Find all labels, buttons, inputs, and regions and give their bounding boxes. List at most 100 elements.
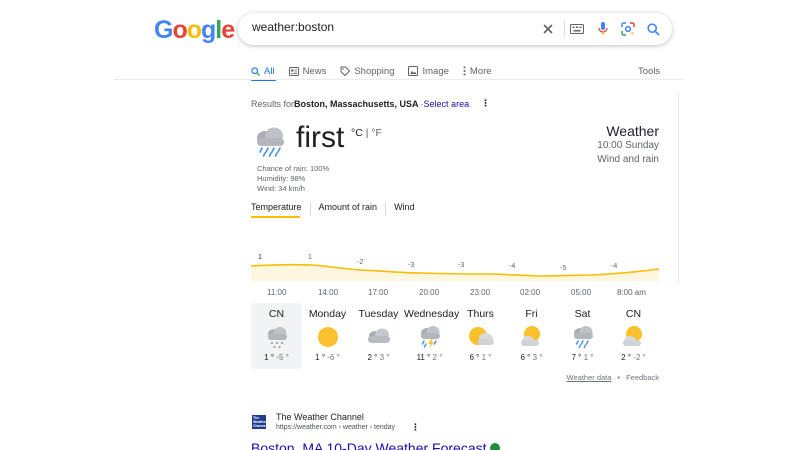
chart-label: 1 <box>258 254 262 261</box>
subtab-temperature[interactable]: Temperature <box>251 202 310 216</box>
weather-data-link[interactable]: Weather data <box>567 373 612 382</box>
temperature-chart: 1 1 -2 -3 -3 -4 -5 -4 <box>251 254 659 281</box>
day-name: Sat <box>574 308 591 320</box>
day-low: -5 ° <box>276 353 289 362</box>
chart-label: -2 <box>357 259 363 266</box>
day-temps: 6 ° 3 ° <box>506 353 557 362</box>
logo-letter: g <box>201 16 216 44</box>
search-box <box>238 13 672 45</box>
select-area-link[interactable]: Select area <box>424 99 470 109</box>
day-high: 11 ° <box>416 353 431 362</box>
results-for: Results for Boston, Massachusetts, USA ·… <box>251 98 490 109</box>
tab-label: Shopping <box>354 65 395 77</box>
google-logo[interactable]: Google <box>154 16 235 45</box>
day-name: Thurs <box>467 308 494 320</box>
chart-label: -3 <box>458 262 464 269</box>
day-name: Monday <box>308 308 347 320</box>
tab-more[interactable]: More <box>463 61 492 81</box>
day-high: 2 ° <box>621 353 632 362</box>
search-icon[interactable] <box>643 19 663 39</box>
tab-label: More <box>469 65 492 77</box>
day-forecast[interactable]: Monday 1 ° -6 ° <box>302 303 353 369</box>
day-forecast[interactable]: Tuesday 2 ° 3 ° <box>353 303 404 369</box>
cloud-icon <box>353 325 404 349</box>
favicon-text: The Weather Channel <box>253 416 267 428</box>
result-more-icon[interactable]: ⋮ <box>411 422 420 433</box>
active-subtab-indicator <box>251 216 300 218</box>
day-low: -2 ° <box>633 353 646 362</box>
day-name: CN <box>268 308 285 320</box>
day-low: -6 ° <box>327 353 340 362</box>
weather-condition: Wind and rain <box>597 153 659 165</box>
rain-cloud-icon <box>557 325 608 349</box>
day-forecast[interactable]: Thurs 6 ° 1 ° <box>455 303 506 369</box>
weather-footer: Weather data • Feedback <box>567 373 659 382</box>
weather-time: 10:00 Sunday <box>597 140 659 151</box>
subtab-wind[interactable]: Wind <box>385 202 423 216</box>
news-icon <box>288 66 299 76</box>
partly-cloudy-icon <box>608 325 659 349</box>
weather-subtabs: Temperature Amount of rain Wind <box>251 202 423 216</box>
day-forecast[interactable]: Sat 7 ° 1 ° <box>557 303 608 369</box>
day-high: 7 ° <box>571 353 582 362</box>
chart-time: 02:00 <box>520 288 541 297</box>
lens-icon[interactable] <box>618 19 638 39</box>
results-for-prefix: Results for <box>251 98 295 109</box>
partly-cloudy-icon <box>506 325 557 349</box>
search-input[interactable] <box>252 20 532 34</box>
search-tabs: All News Shopping Image More <box>251 61 506 81</box>
result-title-link[interactable]: Boston, MA 10-Day Weather Forecast <box>251 440 500 450</box>
day-forecast[interactable]: Fri 6 ° 3 ° <box>506 303 557 369</box>
more-vert-icon <box>463 66 466 76</box>
tab-image[interactable]: Image <box>408 61 449 81</box>
humidity: Humidity: 98% <box>257 174 306 183</box>
keyboard-icon[interactable] <box>567 19 587 39</box>
unit-fahrenheit[interactable]: °F <box>371 127 382 139</box>
subtab-rain[interactable]: Amount of rain <box>309 202 386 216</box>
footer-separator: • <box>617 373 621 382</box>
tools-button[interactable]: Tools <box>638 61 660 81</box>
feedback-link[interactable]: Feedback <box>626 373 659 382</box>
tab-all[interactable]: All <box>251 61 275 81</box>
weather-title: Weather <box>606 123 659 139</box>
tab-shopping[interactable]: Shopping <box>340 61 394 81</box>
clear-icon[interactable] <box>538 19 558 39</box>
wind: Wind: 34 km/h <box>257 184 305 193</box>
logo-letter: o <box>186 16 202 44</box>
chart-time: 11:00 <box>267 288 287 297</box>
verified-check-icon <box>489 443 500 450</box>
day-name: CN <box>625 308 642 320</box>
snow-cloud-icon <box>251 325 302 349</box>
results-for-location: Boston, Massachusetts, USA <box>294 98 419 109</box>
logo-letter: G <box>154 16 173 44</box>
day-forecast[interactable]: CN 2 ° -2 ° <box>608 303 659 369</box>
partly-sunny-icon <box>455 325 506 349</box>
day-forecast[interactable]: Wednesday 11 ° 2 ° <box>404 303 459 369</box>
current-temperature: first <box>296 121 345 154</box>
image-icon <box>408 66 419 76</box>
chart-time: 20:00 <box>419 288 440 297</box>
day-temps: 6 ° 1 ° <box>455 353 506 362</box>
tab-news[interactable]: News <box>288 61 326 81</box>
result-title: Boston, MA 10-Day Weather Forecast <box>251 440 487 450</box>
day-low: 2 ° <box>432 353 443 362</box>
day-high: 6 ° <box>520 353 531 362</box>
result-site-name[interactable]: The Weather Channel <box>276 412 364 422</box>
chart-time: 14:00 <box>318 288 339 297</box>
unit-toggle: °C | °F <box>351 127 382 139</box>
logo-letter: o <box>172 16 187 44</box>
day-temps: 2 ° -2 ° <box>608 353 659 362</box>
result-url[interactable]: https://weather.com › weather › tenday <box>276 424 395 431</box>
microphone-icon[interactable] <box>593 19 613 39</box>
day-high: 2 ° <box>367 353 378 362</box>
sun-icon <box>302 325 353 349</box>
day-high: 1 ° <box>315 353 326 362</box>
day-low: 1 ° <box>481 353 492 362</box>
day-name: Tuesday <box>358 308 399 320</box>
chart-time: 23:00 <box>470 288 491 297</box>
day-forecast[interactable]: CN 1 ° -5 ° <box>251 303 302 369</box>
unit-celsius[interactable]: °C <box>351 127 363 139</box>
site-favicon: The Weather Channel <box>252 415 267 429</box>
chart-label: 1 <box>308 254 312 261</box>
more-options-icon[interactable]: ⋮ <box>481 98 490 109</box>
